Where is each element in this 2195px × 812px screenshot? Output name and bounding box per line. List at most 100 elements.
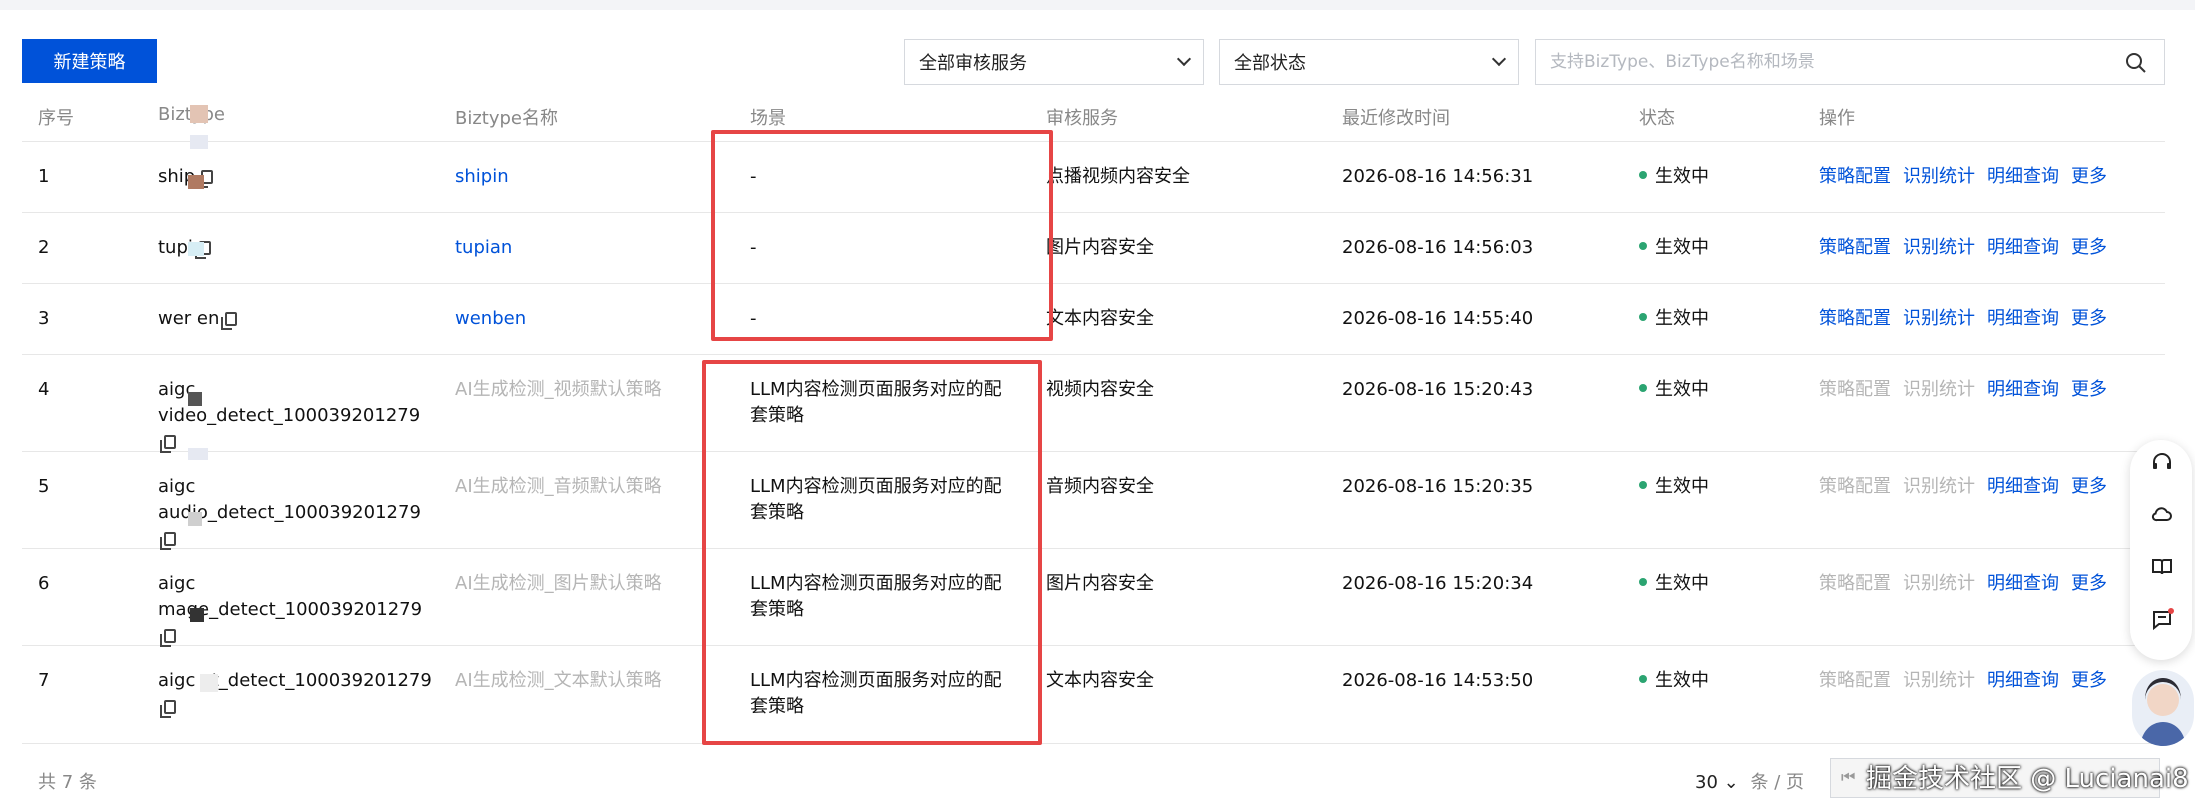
row-biztype-name-link[interactable]: shipin [455, 164, 509, 190]
status-filter-value: 全部状态 [1234, 53, 1306, 74]
status-dot [1639, 313, 1647, 321]
header-service: 审核服务 [1046, 108, 1118, 129]
row-time: 2026-08-16 15:20:34 [1342, 573, 1534, 594]
more-link[interactable]: 更多 [2071, 308, 2107, 329]
strategy-config-link[interactable]: 策略配置 [1819, 308, 1891, 329]
more-link[interactable]: 更多 [2071, 573, 2107, 594]
status-dot [1639, 675, 1647, 683]
header-index: 序号 [38, 108, 74, 129]
search-icon[interactable] [2124, 51, 2148, 75]
strategy-config-link-disabled: 策略配置 [1819, 573, 1891, 594]
total-count: 共 7 条 [38, 772, 97, 793]
row-biztype-name-link[interactable]: wenben [455, 306, 526, 332]
more-link[interactable]: 更多 [2071, 237, 2107, 258]
row-actions: 策略配置 识别统计 明细查询 更多 [1819, 235, 2119, 261]
row-time: 2026-08-16 14:56:31 [1342, 166, 1534, 187]
copy-icon[interactable] [221, 312, 238, 330]
row-service: 图片内容安全 [1046, 573, 1154, 594]
row-index: 1 [38, 166, 50, 187]
more-link[interactable]: 更多 [2071, 166, 2107, 187]
row-time: 2026-08-16 14:55:40 [1342, 308, 1534, 329]
redaction-blur [190, 105, 208, 123]
strategy-config-link-disabled: 策略配置 [1819, 379, 1891, 400]
row-actions: 策略配置 识别统计 明细查询 更多 [1819, 571, 2119, 597]
row-time: 2026-08-16 14:56:03 [1342, 237, 1534, 258]
copy-icon[interactable] [160, 532, 176, 550]
watermark: 掘金技术社区 @ Lucianai8 [1866, 764, 2189, 794]
row-biztype-name: AI生成检测_图片默认策略 [455, 573, 662, 594]
status-dot [1639, 578, 1647, 586]
detail-query-link[interactable]: 明细查询 [1987, 166, 2059, 187]
status-dot [1639, 481, 1647, 489]
redaction-blur [200, 674, 218, 692]
book-icon[interactable] [2150, 555, 2174, 579]
detail-query-link[interactable]: 明细查询 [1987, 379, 2059, 400]
page-size-value: 30 [1695, 772, 1718, 793]
row-actions: 策略配置 识别统计 明细查询 更多 [1819, 164, 2119, 190]
strategy-config-link-disabled: 策略配置 [1819, 670, 1891, 691]
row-biztype-name: AI生成检测_音频默认策略 [455, 476, 662, 497]
row-service: 视频内容安全 [1046, 379, 1154, 400]
row-biztype: aigc video_detect_100039201279 [158, 377, 438, 455]
detail-query-link[interactable]: 明细查询 [1987, 308, 2059, 329]
stats-link[interactable]: 识别统计 [1903, 308, 1975, 329]
strategy-config-link[interactable]: 策略配置 [1819, 237, 1891, 258]
redaction-blur [190, 608, 204, 622]
redaction-blur [188, 175, 204, 189]
row-service: 点播视频内容安全 [1046, 166, 1190, 187]
stats-link-disabled: 识别统计 [1903, 573, 1975, 594]
row-biztype-name-link[interactable]: tupian [455, 235, 512, 261]
status-dot [1639, 384, 1647, 392]
assistant-avatar[interactable] [2132, 670, 2194, 746]
more-link[interactable]: 更多 [2071, 476, 2107, 497]
row-status: 生效中 [1639, 164, 1709, 190]
row-status: 生效中 [1639, 668, 1709, 694]
redaction-blur [188, 512, 202, 526]
new-strategy-button[interactable]: 新建策略 [22, 39, 157, 83]
stats-link[interactable]: 识别统计 [1903, 237, 1975, 258]
redaction-blur [188, 448, 208, 460]
table-row: 6 aigc mage_detect_100039201279 AI生成检测_图… [22, 549, 2165, 647]
status-dot [1639, 242, 1647, 250]
row-actions: 策略配置 识别统计 明细查询 更多 [1819, 306, 2119, 332]
stats-link-disabled: 识别统计 [1903, 670, 1975, 691]
row-time: 2026-08-16 15:20:35 [1342, 476, 1534, 497]
row-actions: 策略配置 识别统计 明细查询 更多 [1819, 474, 2119, 500]
headset-icon[interactable] [2150, 450, 2174, 474]
detail-query-link[interactable]: 明细查询 [1987, 476, 2059, 497]
strategy-config-link[interactable]: 策略配置 [1819, 166, 1891, 187]
row-actions: 策略配置 识别统计 明细查询 更多 [1819, 668, 2119, 694]
service-filter-select[interactable]: 全部审核服务 [904, 39, 1204, 85]
more-link[interactable]: 更多 [2071, 379, 2107, 400]
row-time: 2026-08-16 14:53:50 [1342, 670, 1534, 691]
row-status: 生效中 [1639, 474, 1709, 500]
search-input[interactable] [1550, 52, 2110, 72]
first-page-icon[interactable]: ⏮ [1841, 767, 1855, 787]
highlight-box [702, 360, 1042, 745]
copy-icon[interactable] [160, 435, 176, 453]
detail-query-link[interactable]: 明细查询 [1987, 237, 2059, 258]
detail-query-link[interactable]: 明细查询 [1987, 573, 2059, 594]
row-service: 音频内容安全 [1046, 476, 1154, 497]
stats-link-disabled: 识别统计 [1903, 379, 1975, 400]
redaction-blur [190, 135, 208, 149]
table-row: 1 ship shipin - 点播视频内容安全 2026-08-16 14:5… [22, 142, 2165, 213]
row-biztype: wer en [158, 306, 238, 332]
row-index: 4 [38, 379, 50, 400]
detail-query-link[interactable]: 明细查询 [1987, 670, 2059, 691]
message-icon[interactable] [2150, 608, 2174, 632]
header-biztype-name: Biztype名称 [455, 108, 559, 129]
stats-link[interactable]: 识别统计 [1903, 166, 1975, 187]
status-filter-select[interactable]: 全部状态 [1219, 39, 1519, 85]
row-index: 7 [38, 670, 50, 691]
page-size-select[interactable]: 30 ⌄ 条 / 页 [1695, 768, 1804, 794]
row-status: 生效中 [1639, 571, 1709, 597]
copy-icon[interactable] [160, 700, 176, 718]
table-row: 7 aigc xt_detect_100039201279 AI生成检测_文本默… [22, 646, 2165, 744]
stats-link-disabled: 识别统计 [1903, 476, 1975, 497]
cloud-icon[interactable] [2150, 502, 2174, 526]
top-strip [0, 0, 2195, 10]
more-link[interactable]: 更多 [2071, 670, 2107, 691]
row-service: 文本内容安全 [1046, 670, 1154, 691]
copy-icon[interactable] [160, 629, 176, 647]
